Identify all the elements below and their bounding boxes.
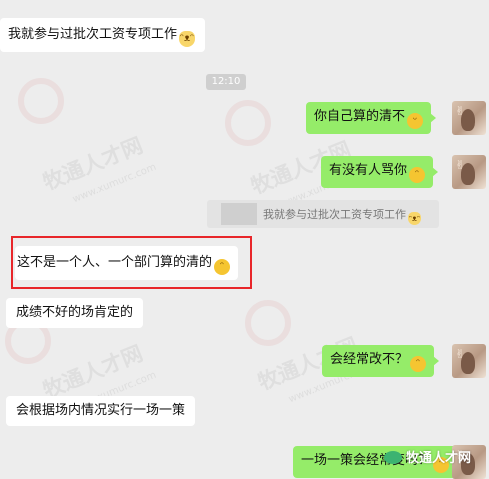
- watermark-logo: [225, 100, 271, 146]
- message-text: 你自己算的清不: [314, 109, 406, 124]
- avatar[interactable]: [452, 101, 486, 135]
- message-bubble-right[interactable]: 有没有人骂你 ᵔ: [321, 156, 439, 188]
- brand-watermark: 牧通人才网: [383, 447, 471, 466]
- cat-emoji-icon: ᵔᴥᵔ: [408, 212, 421, 225]
- watermark-logo: [18, 78, 64, 124]
- message-text: 会根据场内情况实行一场一策: [16, 403, 186, 418]
- message-bubble-left[interactable]: 成绩不好的场肯定的: [6, 298, 144, 328]
- message-text: 有没有人骂你: [329, 163, 408, 178]
- quoted-text: 我就参与过批次工资专项工作 ᵔᴥᵔ: [263, 208, 421, 225]
- message-bubble-right[interactable]: 你自己算的清不 ᵕ: [306, 102, 437, 134]
- message-bubble-left[interactable]: 会根据场内情况实行一场一策: [6, 396, 196, 426]
- message-bubble-left[interactable]: 我就参与过批次工资专项工作 ᵔᴥᵔ: [0, 18, 206, 52]
- cat-emoji-icon: ᵔᴥᵔ: [179, 31, 196, 47]
- avatar[interactable]: [452, 344, 486, 378]
- message-bubble-right[interactable]: 会经常改不？ ᵔ: [322, 345, 440, 377]
- laughing-emoji-icon: ᵔ: [410, 356, 427, 372]
- avatar[interactable]: [452, 155, 486, 189]
- message-text: 成绩不好的场肯定的: [16, 305, 134, 320]
- timestamp: 12:10: [206, 74, 246, 90]
- message-text: 我就参与过批次工资专项工作: [8, 27, 178, 42]
- quoted-message[interactable]: 我就参与过批次工资专项工作 ᵔᴥᵔ: [207, 200, 439, 228]
- wechat-icon: [383, 451, 402, 464]
- smirk-emoji-icon: ᵕ: [407, 113, 424, 129]
- highlight-box: [11, 236, 252, 289]
- message-text: 会经常改不？: [330, 352, 409, 367]
- laughing-emoji-icon: ᵔ: [409, 167, 426, 183]
- quote-thumbnail: [221, 203, 257, 225]
- watermark-logo: [245, 300, 291, 346]
